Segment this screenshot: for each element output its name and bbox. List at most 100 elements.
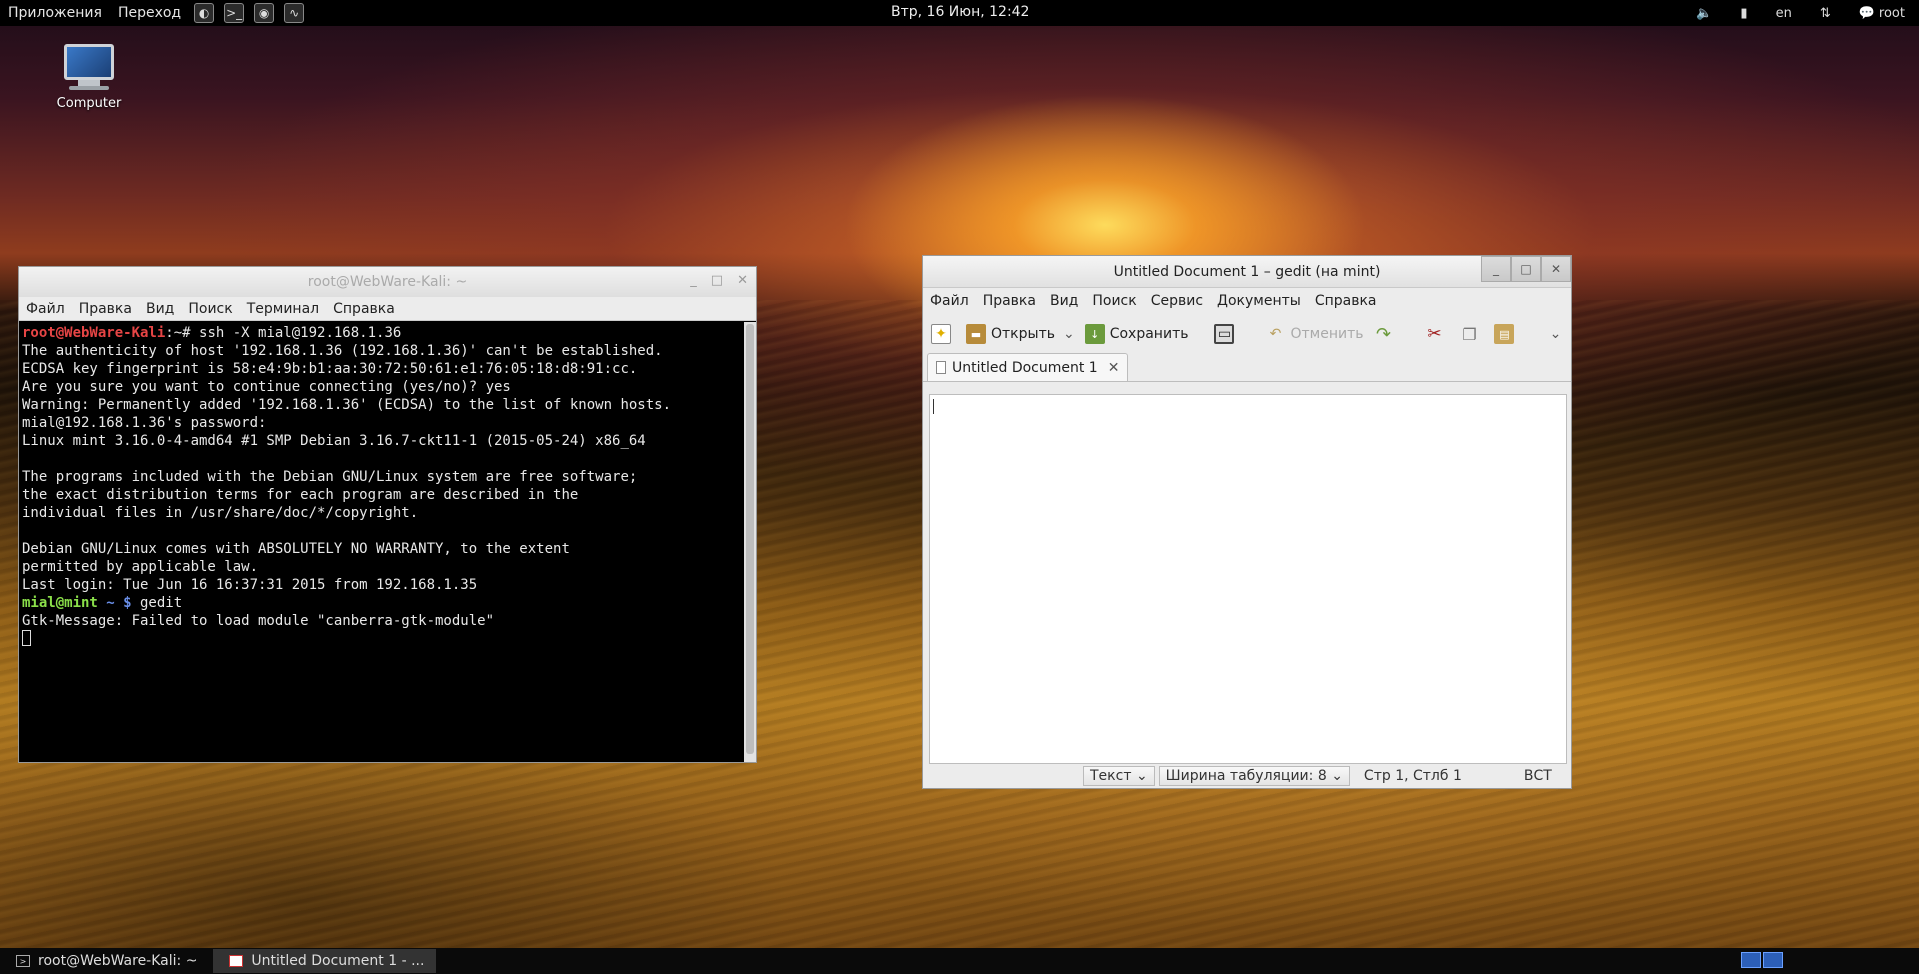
keyboard-layout-indicator[interactable]: en: [1776, 6, 1792, 21]
terminal-line: individual files in /usr/share/doc/*/cop…: [22, 505, 419, 521]
system-monitor-launcher-icon[interactable]: ∿: [284, 3, 305, 23]
gedit-menu-edit[interactable]: Правка: [976, 293, 1043, 309]
gedit-menu-file[interactable]: Файл: [923, 293, 976, 309]
terminal-menu-search[interactable]: Поиск: [181, 301, 239, 317]
chevron-down-icon: ⌄: [1135, 768, 1148, 784]
chevron-down-icon[interactable]: ⌄: [1063, 326, 1075, 342]
scissors-icon: ✂: [1427, 324, 1442, 344]
screenshot-launcher-icon[interactable]: ◉: [254, 3, 275, 23]
workspace-2[interactable]: [1763, 952, 1783, 968]
undo-icon: ↶: [1269, 326, 1282, 342]
open-button[interactable]: ▬ Открыть ⌄: [966, 324, 1075, 344]
workspace-1[interactable]: [1741, 952, 1761, 968]
close-tab-icon[interactable]: ✕: [1108, 360, 1120, 376]
gedit-menubar: Файл Правка Вид Поиск Сервис Документы С…: [923, 288, 1571, 314]
prompt-user-host: root@WebWare-Kali: [22, 325, 166, 341]
gedit-menu-search[interactable]: Поиск: [1085, 293, 1143, 309]
gedit-menu-tools[interactable]: Сервис: [1144, 293, 1210, 309]
redo-button[interactable]: ↷: [1373, 324, 1398, 345]
chevron-down-icon: ⌄: [1331, 768, 1343, 784]
close-icon[interactable]: ✕: [737, 273, 748, 288]
terminal-menu-file[interactable]: Файл: [19, 301, 72, 317]
computer-icon: [64, 44, 114, 80]
terminal-line: Warning: Permanently added '192.168.1.36…: [22, 397, 672, 413]
terminal-titlebar[interactable]: root@WebWare-Kali: ~ _ □ ✕: [19, 267, 756, 297]
save-icon: ↓: [1084, 324, 1105, 344]
document-tabs: Untitled Document 1 ✕: [923, 353, 1571, 382]
new-document-icon: ✦: [931, 324, 951, 344]
terminal-menu-help[interactable]: Справка: [326, 301, 402, 317]
new-document-button[interactable]: ✦: [931, 324, 956, 344]
insert-mode: ВСТ: [1523, 768, 1552, 784]
gedit-statusbar: Текст ⌄ Ширина табуляции: 8 ⌄ Стр 1, Стл…: [923, 764, 1571, 788]
terminal-line: Gtk-Message: Failed to load module "canb…: [22, 613, 495, 629]
terminal-menu-terminal[interactable]: Терминал: [240, 301, 326, 317]
language-selector[interactable]: Текст ⌄: [1083, 766, 1155, 786]
taskbar-item-terminal[interactable]: > root@WebWare-Kali: ~: [0, 949, 209, 973]
paste-button[interactable]: ▤: [1494, 324, 1519, 344]
terminal-output[interactable]: root@WebWare-Kali:~# ssh -X mial@192.168…: [19, 322, 744, 762]
prompt2-path: ~ $: [97, 595, 132, 611]
places-menu[interactable]: Переход: [110, 5, 189, 21]
minimize-icon[interactable]: _: [690, 273, 697, 288]
gedit-menu-view[interactable]: Вид: [1043, 293, 1085, 309]
desktop-icon-label: Computer: [56, 96, 122, 111]
terminal-line: Are you sure you want to continue connec…: [22, 379, 511, 395]
desktop-icon-computer[interactable]: Computer: [46, 44, 132, 111]
terminal-icon: >: [16, 955, 30, 967]
minimize-icon[interactable]: _: [1481, 256, 1511, 282]
tab-width-selector[interactable]: Ширина табуляции: 8 ⌄: [1158, 766, 1350, 786]
gedit-menu-help[interactable]: Справка: [1308, 293, 1384, 309]
save-button[interactable]: ↓ Сохранить: [1084, 324, 1188, 344]
terminal-launcher-icon[interactable]: >_: [224, 3, 245, 23]
printer-icon: ▭: [1214, 324, 1235, 344]
terminal-window[interactable]: root@WebWare-Kali: ~ _ □ ✕ Файл Правка В…: [18, 266, 757, 763]
taskbar-item-label: root@WebWare-Kali: ~: [38, 953, 198, 969]
close-icon[interactable]: ✕: [1541, 256, 1571, 282]
gedit-menu-documents[interactable]: Документы: [1210, 293, 1308, 309]
undo-button[interactable]: ↶ Отменить: [1265, 324, 1364, 344]
text-editor-area[interactable]: [929, 394, 1567, 764]
terminal-menu-view[interactable]: Вид: [139, 301, 181, 317]
bottom-taskbar: > root@WebWare-Kali: ~ Untitled Document…: [0, 948, 1919, 974]
copy-icon: ❐: [1462, 324, 1477, 344]
terminal-cursor: [22, 630, 31, 646]
terminal-line: ​: [22, 450, 741, 468]
gedit-window[interactable]: Untitled Document 1 – gedit (на mint) _ …: [922, 255, 1572, 789]
document-tab[interactable]: Untitled Document 1 ✕: [927, 353, 1129, 381]
toolbar-overflow-button[interactable]: ⌄: [1545, 324, 1570, 344]
terminal-title: root@WebWare-Kali: ~: [307, 274, 468, 290]
applications-menu[interactable]: Приложения: [0, 5, 110, 21]
clock[interactable]: Втр, 16 Июн, 12:42: [891, 4, 1029, 20]
maximize-icon[interactable]: □: [1511, 256, 1541, 282]
terminal-line: Linux mint 3.16.0-4-amd64 #1 SMP Debian …: [22, 433, 646, 449]
terminal-line: The programs included with the Debian GN…: [22, 469, 638, 485]
cut-button[interactable]: ✂: [1424, 324, 1449, 344]
print-button[interactable]: ▭: [1214, 324, 1239, 344]
terminal-line: root@WebWare-Kali:~# ssh -X mial@192.168…: [22, 324, 741, 342]
cursor-position: Стр 1, Стлб 1: [1363, 768, 1462, 784]
network-icon[interactable]: ⇅: [1820, 6, 1831, 21]
copy-button[interactable]: ❐: [1459, 324, 1484, 344]
chevron-down-icon: ⌄: [1549, 326, 1562, 342]
terminal-line: permitted by applicable law.: [22, 559, 259, 575]
taskbar-item-label: Untitled Document 1 - ...: [251, 953, 425, 969]
scrollbar-thumb[interactable]: [746, 324, 754, 754]
gedit-titlebar[interactable]: Untitled Document 1 – gedit (на mint) _ …: [923, 256, 1571, 288]
terminal-scrollbar[interactable]: [744, 322, 756, 762]
terminal-line: The authenticity of host '192.168.1.36 (…: [22, 343, 663, 359]
gedit-toolbar: ✦ ▬ Открыть ⌄ ↓ Сохранить ▭ ↶ Отменить ↷…: [923, 314, 1571, 354]
browser-launcher-icon[interactable]: ◐: [194, 3, 215, 23]
open-button-label: Открыть: [991, 326, 1055, 342]
taskbar-item-gedit[interactable]: Untitled Document 1 - ...: [213, 949, 437, 973]
user-name: root: [1878, 5, 1905, 21]
text-cursor: [933, 399, 934, 414]
document-tab-label: Untitled Document 1: [952, 359, 1098, 376]
maximize-icon[interactable]: □: [711, 273, 723, 288]
chat-icon: 💬: [1858, 5, 1875, 21]
user-menu[interactable]: 💬 root: [1859, 6, 1905, 21]
volume-muted-icon[interactable]: 🔈: [1696, 6, 1712, 21]
terminal-line: mial@mint ~ $ gedit: [22, 594, 741, 612]
battery-icon[interactable]: ▮: [1740, 6, 1747, 21]
terminal-menu-edit[interactable]: Правка: [72, 301, 139, 317]
